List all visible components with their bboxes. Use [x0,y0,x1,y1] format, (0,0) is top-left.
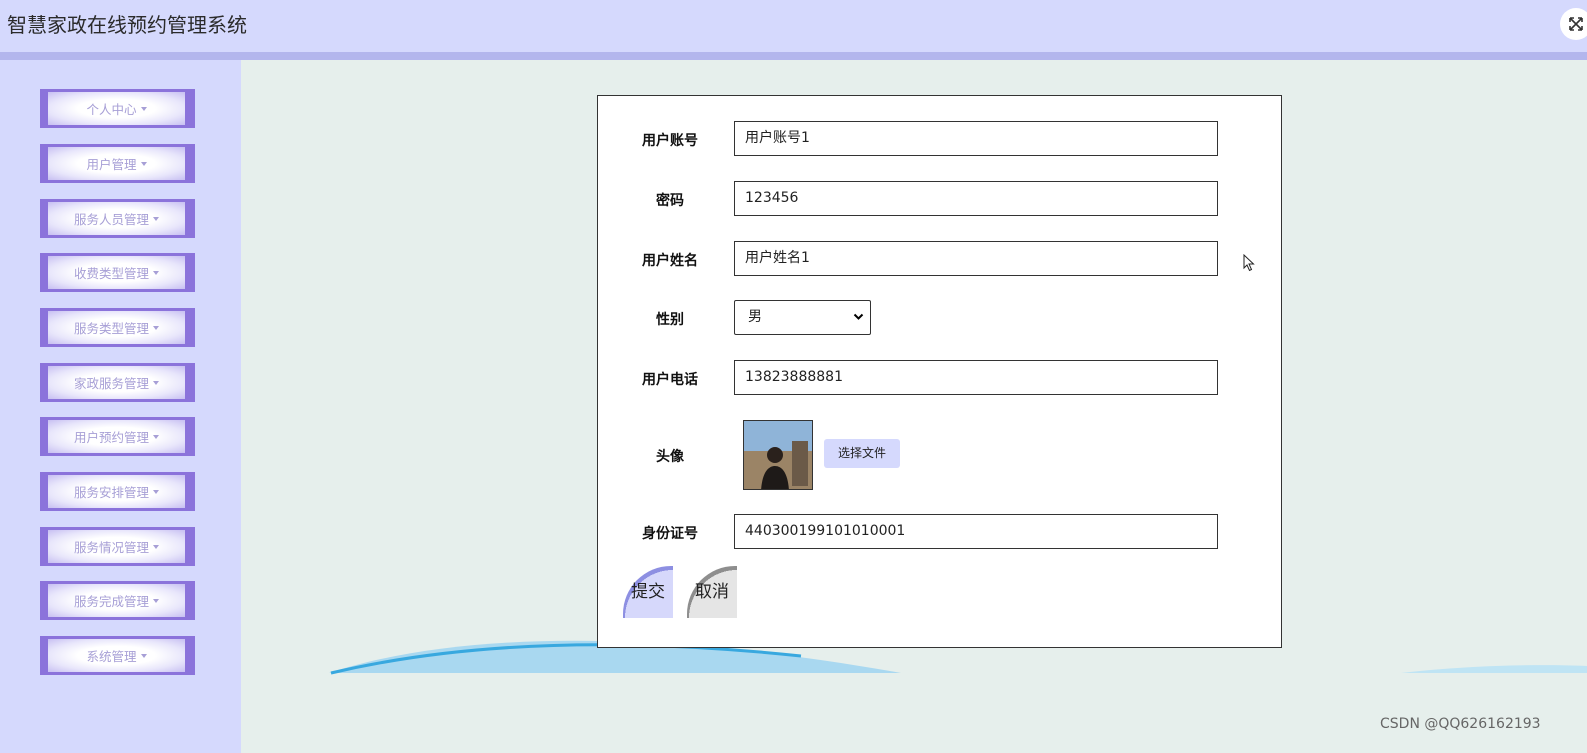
caret-down-icon [153,270,159,275]
gender-select-value: 男 [748,309,762,325]
avatar-label: 头像 [656,449,684,465]
caret-down-icon [140,161,147,166]
caret-down-icon [153,434,159,439]
sidebar-item-label: 收费类型管理 [73,266,149,281]
fullscreen-button[interactable] [1560,8,1587,40]
sidebar-item-label: 家政服务管理 [73,376,149,391]
submit-button[interactable]: 提交 [623,566,673,618]
name-input[interactable]: 用户姓名1 [734,241,1218,276]
sidebar-item-label: 服务安排管理 [73,485,149,500]
id-card-input[interactable]: 440300199101010001 [734,514,1218,549]
sidebar-item-label: 服务类型管理 [73,321,149,336]
sidebar-item-staff-management[interactable]: 服务人员管理 [40,199,195,238]
caret-down-icon [140,106,147,111]
account-label: 用户账号 [642,133,698,149]
sidebar-item-reservation-management[interactable]: 用户预约管理 [40,417,195,456]
account-input[interactable]: 用户账号1 [734,121,1218,156]
caret-down-icon [153,325,159,330]
gender-label: 性别 [656,312,684,328]
gender-select[interactable]: 男 [734,300,871,335]
sidebar-item-label: 服务人员管理 [73,212,149,227]
phone-input[interactable]: 13823888881 [734,360,1218,395]
sidebar-item-label: 用户管理 [86,157,137,172]
sidebar-item-label: 用户预约管理 [73,430,149,445]
caret-down-icon [153,598,159,603]
caret-down-icon [153,216,159,221]
sidebar-item-service-arrangement-management[interactable]: 服务安排管理 [40,472,195,511]
sidebar-item-system-management[interactable]: 系统管理 [40,636,195,675]
sidebar-item-housekeeping-service-management[interactable]: 家政服务管理 [40,363,195,402]
app-header: 智慧家政在线预约管理系统 [0,0,1587,52]
sidebar-item-service-type-management[interactable]: 服务类型管理 [40,308,195,347]
password-input[interactable]: 123456 [734,181,1218,216]
cancel-button[interactable]: 取消 [687,566,737,618]
caret-down-icon [140,653,147,658]
sidebar-item-personal-center[interactable]: 个人中心 [40,89,195,128]
chevron-down-icon [853,313,864,320]
caret-down-icon [153,544,159,549]
sidebar-item-label: 个人中心 [86,102,137,117]
avatar-image [743,420,813,490]
id-card-label: 身份证号 [642,526,698,542]
header-divider [0,52,1587,60]
sidebar-item-fee-type-management[interactable]: 收费类型管理 [40,253,195,292]
sidebar-item-label: 系统管理 [86,649,137,664]
password-label: 密码 [656,193,684,209]
sidebar-item-service-completion-management[interactable]: 服务完成管理 [40,581,195,620]
caret-down-icon [153,489,159,494]
user-edit-form: 用户账号 用户账号1 密码 123456 用户姓名 用户姓名1 性别 男 用户电… [597,95,1282,648]
name-label: 用户姓名 [642,253,698,269]
watermark-text: CSDN @QQ626162193 [1380,716,1541,732]
sidebar-item-label: 服务情况管理 [73,540,149,555]
person-photo [744,421,812,489]
phone-label: 用户电话 [642,372,698,388]
caret-down-icon [153,380,159,385]
choose-file-button[interactable]: 选择文件 [824,439,900,468]
sidebar: 个人中心 用户管理 服务人员管理 收费类型管理 服务类型管理 家政服务管理 用户… [0,60,241,753]
expand-icon [1569,17,1583,31]
app-title: 智慧家政在线预约管理系统 [7,13,247,37]
mouse-cursor-icon [1243,254,1255,272]
sidebar-item-label: 服务完成管理 [73,594,149,609]
sidebar-item-user-management[interactable]: 用户管理 [40,144,195,183]
sidebar-item-service-status-management[interactable]: 服务情况管理 [40,527,195,566]
